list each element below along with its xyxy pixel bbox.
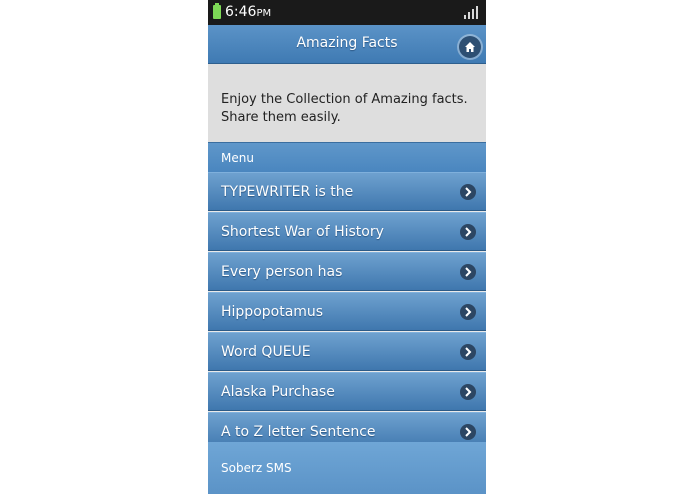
menu-list: TYPEWRITER is the Shortest War of Histor… [208,172,486,442]
menu-item-every-person[interactable]: Every person has [208,252,486,291]
menu-divider: Menu [208,142,486,172]
phone-screen: 6:46PM Amazing Facts Enjoy the Collectio… [208,0,486,494]
menu-item-hippopotamus[interactable]: Hippopotamus [208,292,486,331]
status-time-ampm: PM [256,8,272,19]
menu-item-label: TYPEWRITER is the [221,184,354,200]
intro-panel: Enjoy the Collection of Amazing facts. S… [208,64,486,142]
menu-item-label: Shortest War of History [221,224,384,240]
status-time: 6:46PM [225,4,271,22]
footer: Soberz SMS [208,442,486,494]
chevron-right-icon [460,264,476,280]
signal-icon [464,6,478,19]
menu-item-a-to-z[interactable]: A to Z letter Sentence [208,412,486,442]
menu-item-label: A to Z letter Sentence [221,424,376,440]
menu-item-label: Word QUEUE [221,344,311,360]
app-header: Amazing Facts [208,25,486,64]
chevron-right-icon [460,304,476,320]
status-time-value: 6:46 [225,4,257,20]
home-icon [465,42,475,52]
menu-item-alaska-purchase[interactable]: Alaska Purchase [208,372,486,411]
chevron-right-icon [460,184,476,200]
status-bar: 6:46PM [208,0,486,25]
chevron-right-icon [460,344,476,360]
chevron-right-icon [460,384,476,400]
menu-item-label: Alaska Purchase [221,384,335,400]
chevron-right-icon [460,424,476,440]
menu-item-label: Hippopotamus [221,304,324,320]
footer-text: Soberz SMS [221,461,292,475]
page-title: Amazing Facts [296,35,398,51]
menu-item-label: Every person has [221,264,343,280]
chevron-right-icon [460,224,476,240]
intro-text: Enjoy the Collection of Amazing facts. S… [221,92,468,125]
battery-icon [213,3,221,19]
menu-item-word-queue[interactable]: Word QUEUE [208,332,486,371]
home-button[interactable] [459,36,481,58]
menu-item-typewriter[interactable]: TYPEWRITER is the [208,172,486,211]
menu-divider-label: Menu [221,151,254,165]
menu-item-shortest-war[interactable]: Shortest War of History [208,212,486,251]
